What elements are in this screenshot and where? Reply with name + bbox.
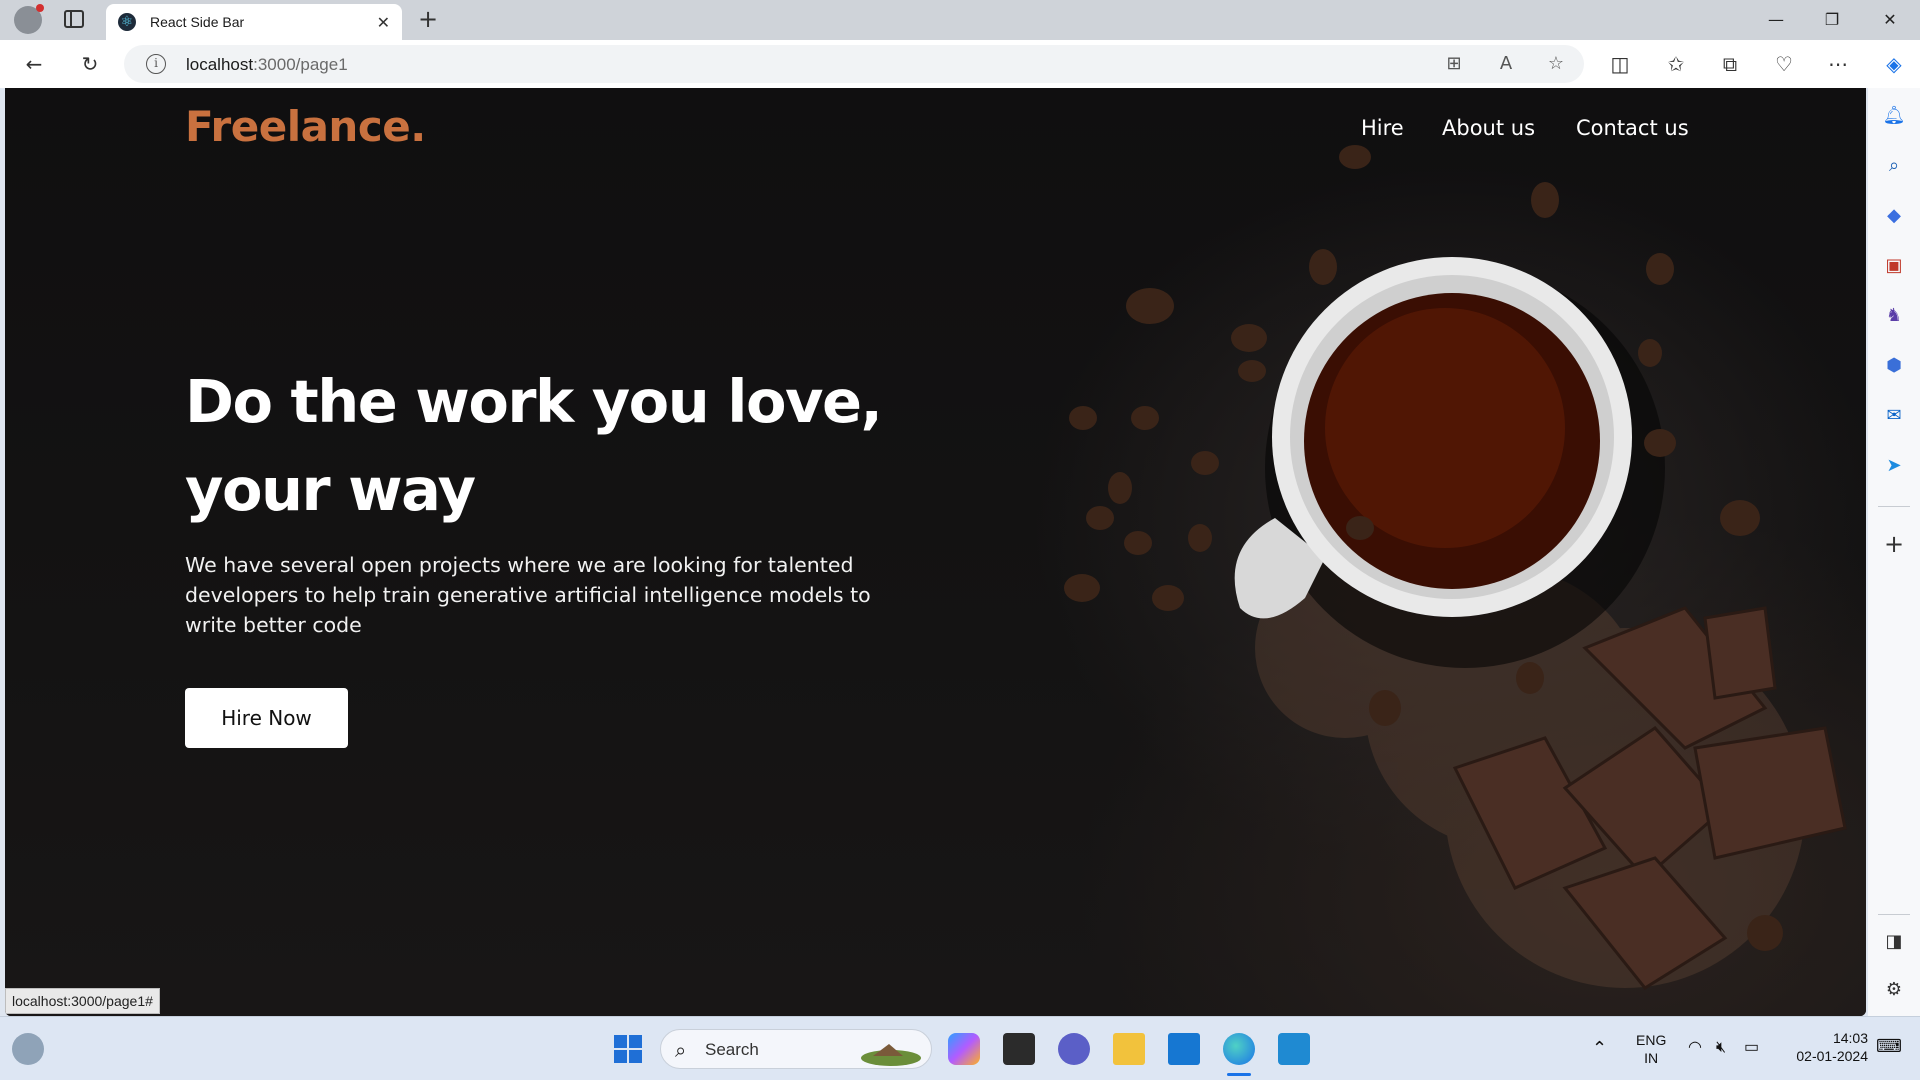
tag-icon[interactable]: ◆ (1882, 204, 1906, 228)
tab-title: React Side Bar (150, 14, 245, 30)
browser-tab[interactable]: ⚛ React Side Bar ✕ (106, 4, 402, 40)
url-host: localhost (186, 55, 254, 74)
refresh-icon[interactable]: ↻ (74, 48, 106, 80)
taskbar-search[interactable]: ⌕ Search (660, 1029, 932, 1069)
tray-overflow-icon[interactable]: ⌃ (1592, 1039, 1607, 1057)
site-logo[interactable]: Freelance. (185, 102, 426, 151)
url-text[interactable]: localhost:3000/page1 (186, 55, 348, 75)
lang-code: ENG (1636, 1032, 1667, 1048)
site-info-icon[interactable]: i (146, 54, 166, 74)
close-window-icon[interactable]: ✕ (1872, 6, 1908, 34)
hire-now-button[interactable]: Hire Now (185, 688, 348, 748)
react-favicon-icon: ⚛ (118, 13, 136, 31)
battery-icon[interactable]: ▭ (1744, 1039, 1759, 1057)
clock-time: 14:03 (1832, 1030, 1868, 1046)
clock[interactable]: 14:03 02-01-2024 (1784, 1029, 1868, 1065)
copilot-side-icon[interactable]: ⬢ (1882, 354, 1906, 378)
copilot-icon[interactable]: ◈ (1878, 48, 1910, 80)
taskbar: ⌕ Search ⌃ ENG IN ◠ 🔇︎ ▭ 14:03 02-01-202… (0, 1016, 1920, 1080)
title-bar: ⚛ React Side Bar ✕ + — ❐ ✕ (0, 0, 1920, 40)
address-bar[interactable]: i localhost:3000/page1 ⊞ A ☆ (124, 45, 1584, 83)
hero-description: We have several open projects where we a… (185, 553, 871, 637)
tab-actions-icon[interactable] (64, 10, 84, 28)
start-icon[interactable] (612, 1033, 644, 1065)
favorite-star-icon[interactable]: ☆ (1544, 52, 1568, 76)
headline-line-1: Do the work you love, (185, 367, 883, 436)
apps-icon[interactable]: ⊞ (1442, 52, 1466, 76)
settings-icon[interactable]: ⚙ (1882, 978, 1906, 1002)
wifi-icon[interactable]: ◠ (1688, 1039, 1702, 1057)
search-highlight-icon (861, 1044, 921, 1066)
browser-essentials-icon[interactable]: ♡ (1768, 48, 1800, 80)
mail-icon[interactable] (1168, 1033, 1200, 1065)
sidebar-toggle-icon[interactable]: ◨ (1882, 930, 1906, 954)
collections-icon[interactable]: ⧉ (1714, 48, 1746, 80)
active-app-indicator (1227, 1073, 1251, 1076)
chess-icon[interactable]: ♞ (1882, 304, 1906, 328)
weather-widget-icon[interactable] (12, 1033, 44, 1065)
teams-chat-icon[interactable] (1058, 1033, 1090, 1065)
sidebar-divider (1878, 914, 1910, 915)
read-aloud-icon[interactable]: A (1494, 52, 1518, 76)
nav-hire-link[interactable]: Hire (1361, 116, 1404, 140)
url-path: :3000/page1 (253, 55, 348, 74)
nav-about-link[interactable]: About us (1442, 116, 1535, 140)
more-options-icon[interactable]: ⋯ (1822, 48, 1854, 80)
add-icon[interactable]: + (1882, 532, 1906, 556)
edge-sidebar: 🔔︎ ⌕ ◆ ▣ ♞ ⬢ ✉ ➤ + ◨ ⚙ (1868, 88, 1920, 1016)
file-explorer-icon[interactable] (1113, 1033, 1145, 1065)
copilot-taskbar-icon[interactable] (948, 1033, 980, 1065)
notification-icon[interactable]: ⌨ (1876, 1037, 1902, 1055)
page-viewport: Freelance. Hire About us Contact us Do t… (5, 88, 1866, 1016)
search-glass-icon: ⌕ (675, 1038, 687, 1062)
taskbar-search-label: Search (705, 1040, 759, 1059)
lang-region: IN (1644, 1050, 1659, 1066)
browser-toolbar: ← ↻ i localhost:3000/page1 ⊞ A ☆ ◫ ✩ ⧉ ♡… (0, 40, 1920, 88)
bell-icon[interactable]: 🔔︎ (1882, 104, 1906, 128)
volume-muted-icon[interactable]: 🔇︎ (1716, 1039, 1726, 1057)
new-tab-icon[interactable]: + (414, 6, 442, 34)
task-view-icon[interactable] (1003, 1033, 1035, 1065)
outlook-icon[interactable]: ✉ (1882, 404, 1906, 428)
favorites-icon[interactable]: ✩ (1660, 48, 1692, 80)
nav-contact-link[interactable]: Contact us (1576, 116, 1689, 140)
sidebar-divider (1878, 506, 1910, 507)
restore-icon[interactable]: ❐ (1814, 6, 1850, 34)
split-screen-icon[interactable]: ◫ (1604, 48, 1636, 80)
back-icon[interactable]: ← (18, 48, 50, 80)
vscode-icon[interactable] (1278, 1033, 1310, 1065)
search-icon[interactable]: ⌕ (1882, 154, 1906, 178)
clock-date: 02-01-2024 (1796, 1048, 1868, 1064)
language-indicator[interactable]: ENG IN (1636, 1031, 1666, 1067)
minimize-icon[interactable]: — (1758, 6, 1794, 34)
headline-line-2: your way (185, 455, 476, 524)
profile-avatar[interactable] (14, 4, 44, 34)
toolbox-icon[interactable]: ▣ (1882, 254, 1906, 278)
send-icon[interactable]: ➤ (1882, 454, 1906, 478)
edge-taskbar-icon[interactable] (1223, 1033, 1255, 1065)
status-bar-url: localhost:3000/page1# (5, 988, 160, 1014)
tab-close-icon[interactable]: ✕ (377, 13, 390, 32)
hero-headline: Do the work you love, your way (185, 358, 945, 534)
